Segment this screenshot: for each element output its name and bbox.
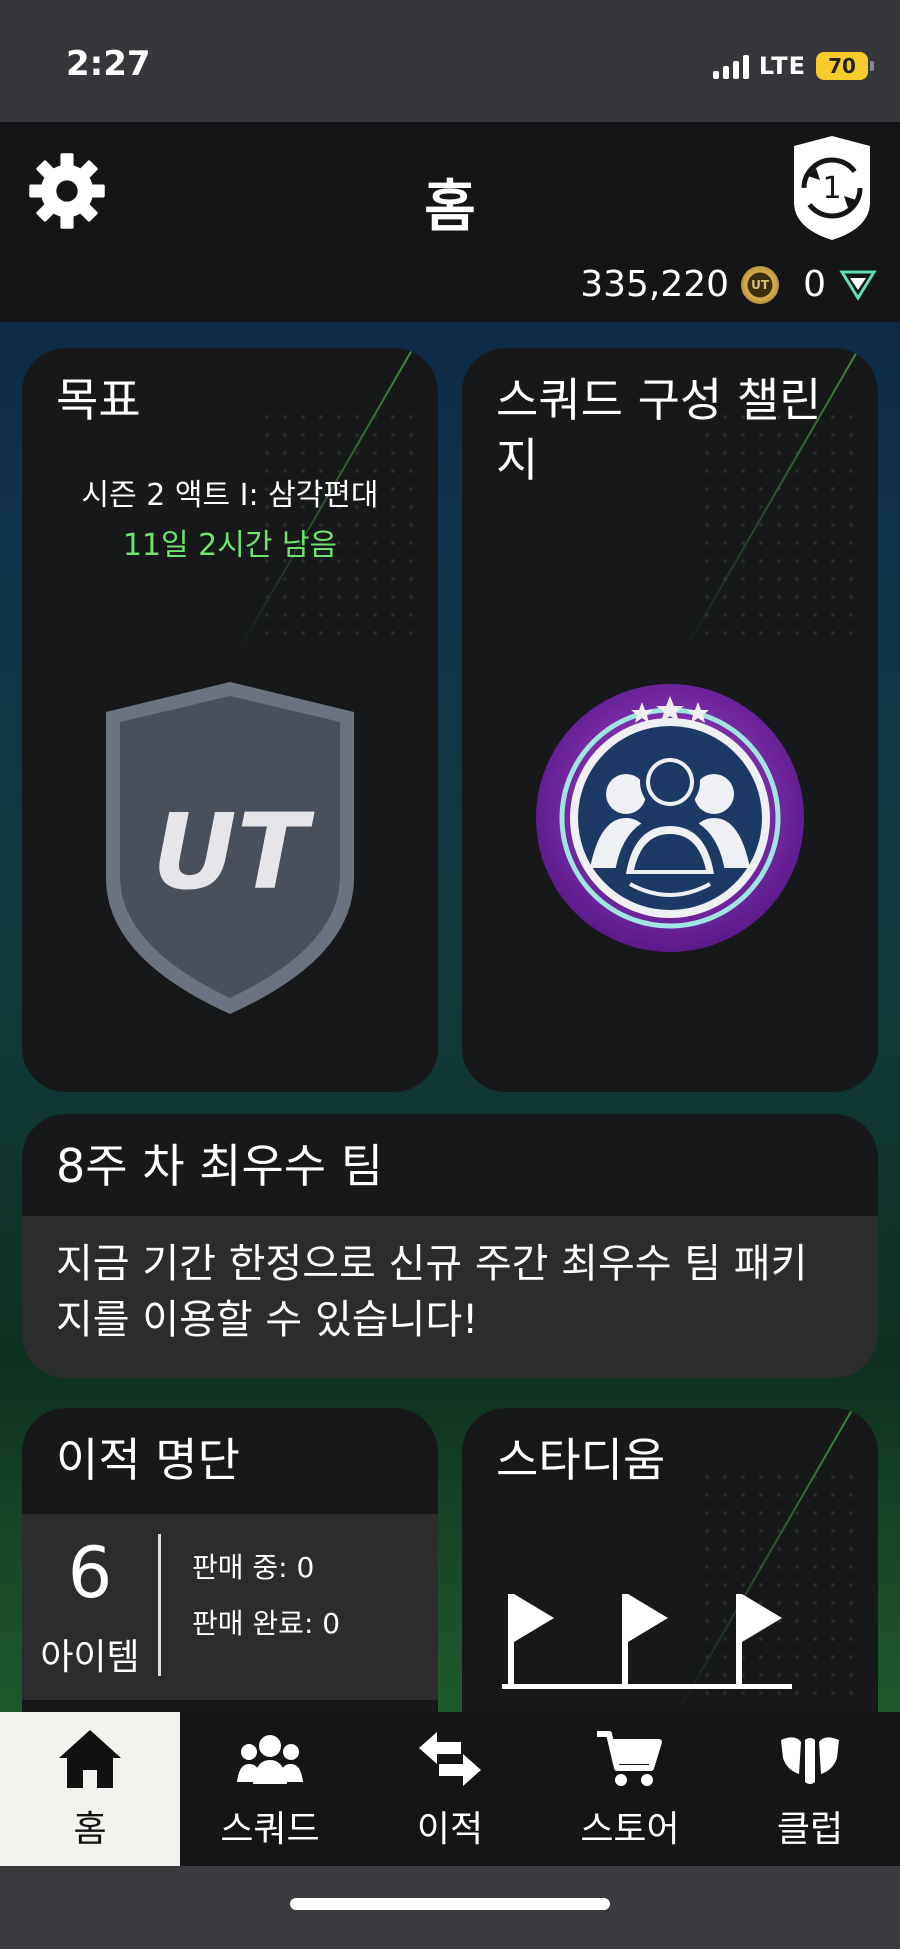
nav-club-label: 클럽: [776, 1809, 844, 1850]
fc-points-icon: [839, 270, 877, 301]
home-dashboard: 목표 시즌 2 액트 I: 삼각편대 11일 2시간 남음 UT 스쿼드 구성 …: [0, 322, 900, 1712]
nav-home-label: 홈: [73, 1809, 107, 1850]
squad-icon: [237, 1735, 303, 1784]
stadium-title: 스타디움: [496, 1433, 666, 1487]
nav-transfers-label: 이적: [416, 1809, 484, 1850]
signal-icon: [712, 53, 749, 79]
club-icon: [781, 1737, 839, 1784]
stadium-flags-icon: [502, 1594, 792, 1689]
transfer-icon: [419, 1732, 481, 1786]
status-bar: 2:27 LTE 70: [0, 0, 900, 122]
totw-description: 지금 기간 한정으로 신규 주간 최우수 팀 패키지를 이용할 수 있습니다!: [22, 1216, 878, 1378]
coin-balance: 335,220: [580, 264, 730, 305]
nav-store[interactable]: 스토어: [540, 1712, 720, 1866]
bottom-nav: 홈 스쿼드 이적 스토어 클럽: [0, 1712, 900, 1866]
on-sale-count: 판매 중: 0: [192, 1551, 315, 1584]
transfer-list-summary: 6 아이템 판매 중: 0 판매 완료: 0: [22, 1514, 438, 1700]
sbc-title: 스쿼드 구성 챌린지: [496, 373, 822, 487]
sbc-badge-icon: [536, 684, 804, 952]
objectives-title: 목표: [56, 373, 141, 427]
transfer-item-count: 6: [67, 1532, 113, 1614]
nav-squad-label: 스쿼드: [220, 1809, 320, 1850]
cart-icon: [597, 1731, 662, 1786]
objectives-season: 시즌 2 액트 I: 삼각편대: [81, 478, 379, 513]
nav-transfers[interactable]: 이적: [360, 1712, 540, 1866]
objectives-time-remaining: 11일 2시간 남음: [122, 528, 338, 563]
status-time: 2:27: [66, 44, 151, 84]
totw-title: 8주 차 최우수 팀: [56, 1139, 384, 1193]
ut-shield-icon: UT: [106, 682, 354, 1014]
transfer-items-label: 아이템: [40, 1637, 140, 1678]
nav-squad[interactable]: 스쿼드: [180, 1712, 360, 1866]
nav-home[interactable]: 홈: [0, 1712, 180, 1866]
ut-emblem-text: UT: [152, 791, 314, 913]
nav-store-label: 스토어: [580, 1809, 680, 1850]
points-balance: 0: [803, 264, 826, 305]
objectives-card[interactable]: 목표 시즌 2 액트 I: 삼각편대 11일 2시간 남음 UT: [22, 348, 438, 1092]
transfer-list-card[interactable]: 이적 명단 6 아이템 판매 중: 0 판매 완료: 0: [22, 1408, 438, 1712]
home-indicator[interactable]: [290, 1898, 610, 1910]
app-header: 홈 1 335,220 UT 0: [0, 122, 900, 322]
network-label: LTE: [758, 52, 806, 80]
stadium-card[interactable]: 스타디움: [462, 1408, 878, 1712]
home-icon: [59, 1730, 121, 1788]
totw-banner[interactable]: 8주 차 최우수 팀 지금 기간 한정으로 신규 주간 최우수 팀 패키지를 이…: [22, 1114, 878, 1378]
badge-number: 1: [822, 171, 841, 206]
transfer-list-title: 이적 명단: [56, 1433, 240, 1487]
nav-club[interactable]: 클럽: [720, 1712, 900, 1866]
page-title: 홈: [424, 175, 476, 240]
coin-icon: UT: [741, 265, 780, 304]
status-indicators: LTE 70: [712, 50, 874, 82]
weekly-badge-icon[interactable]: 1: [786, 132, 878, 244]
battery-icon: 70: [816, 52, 874, 80]
sbc-card[interactable]: 스쿼드 구성 챌린지: [462, 348, 878, 1092]
currency-row: 335,220 UT 0: [580, 264, 878, 305]
sold-count: 판매 완료: 0: [192, 1607, 341, 1640]
system-home-area: [0, 1866, 900, 1949]
divider: [158, 1534, 161, 1676]
